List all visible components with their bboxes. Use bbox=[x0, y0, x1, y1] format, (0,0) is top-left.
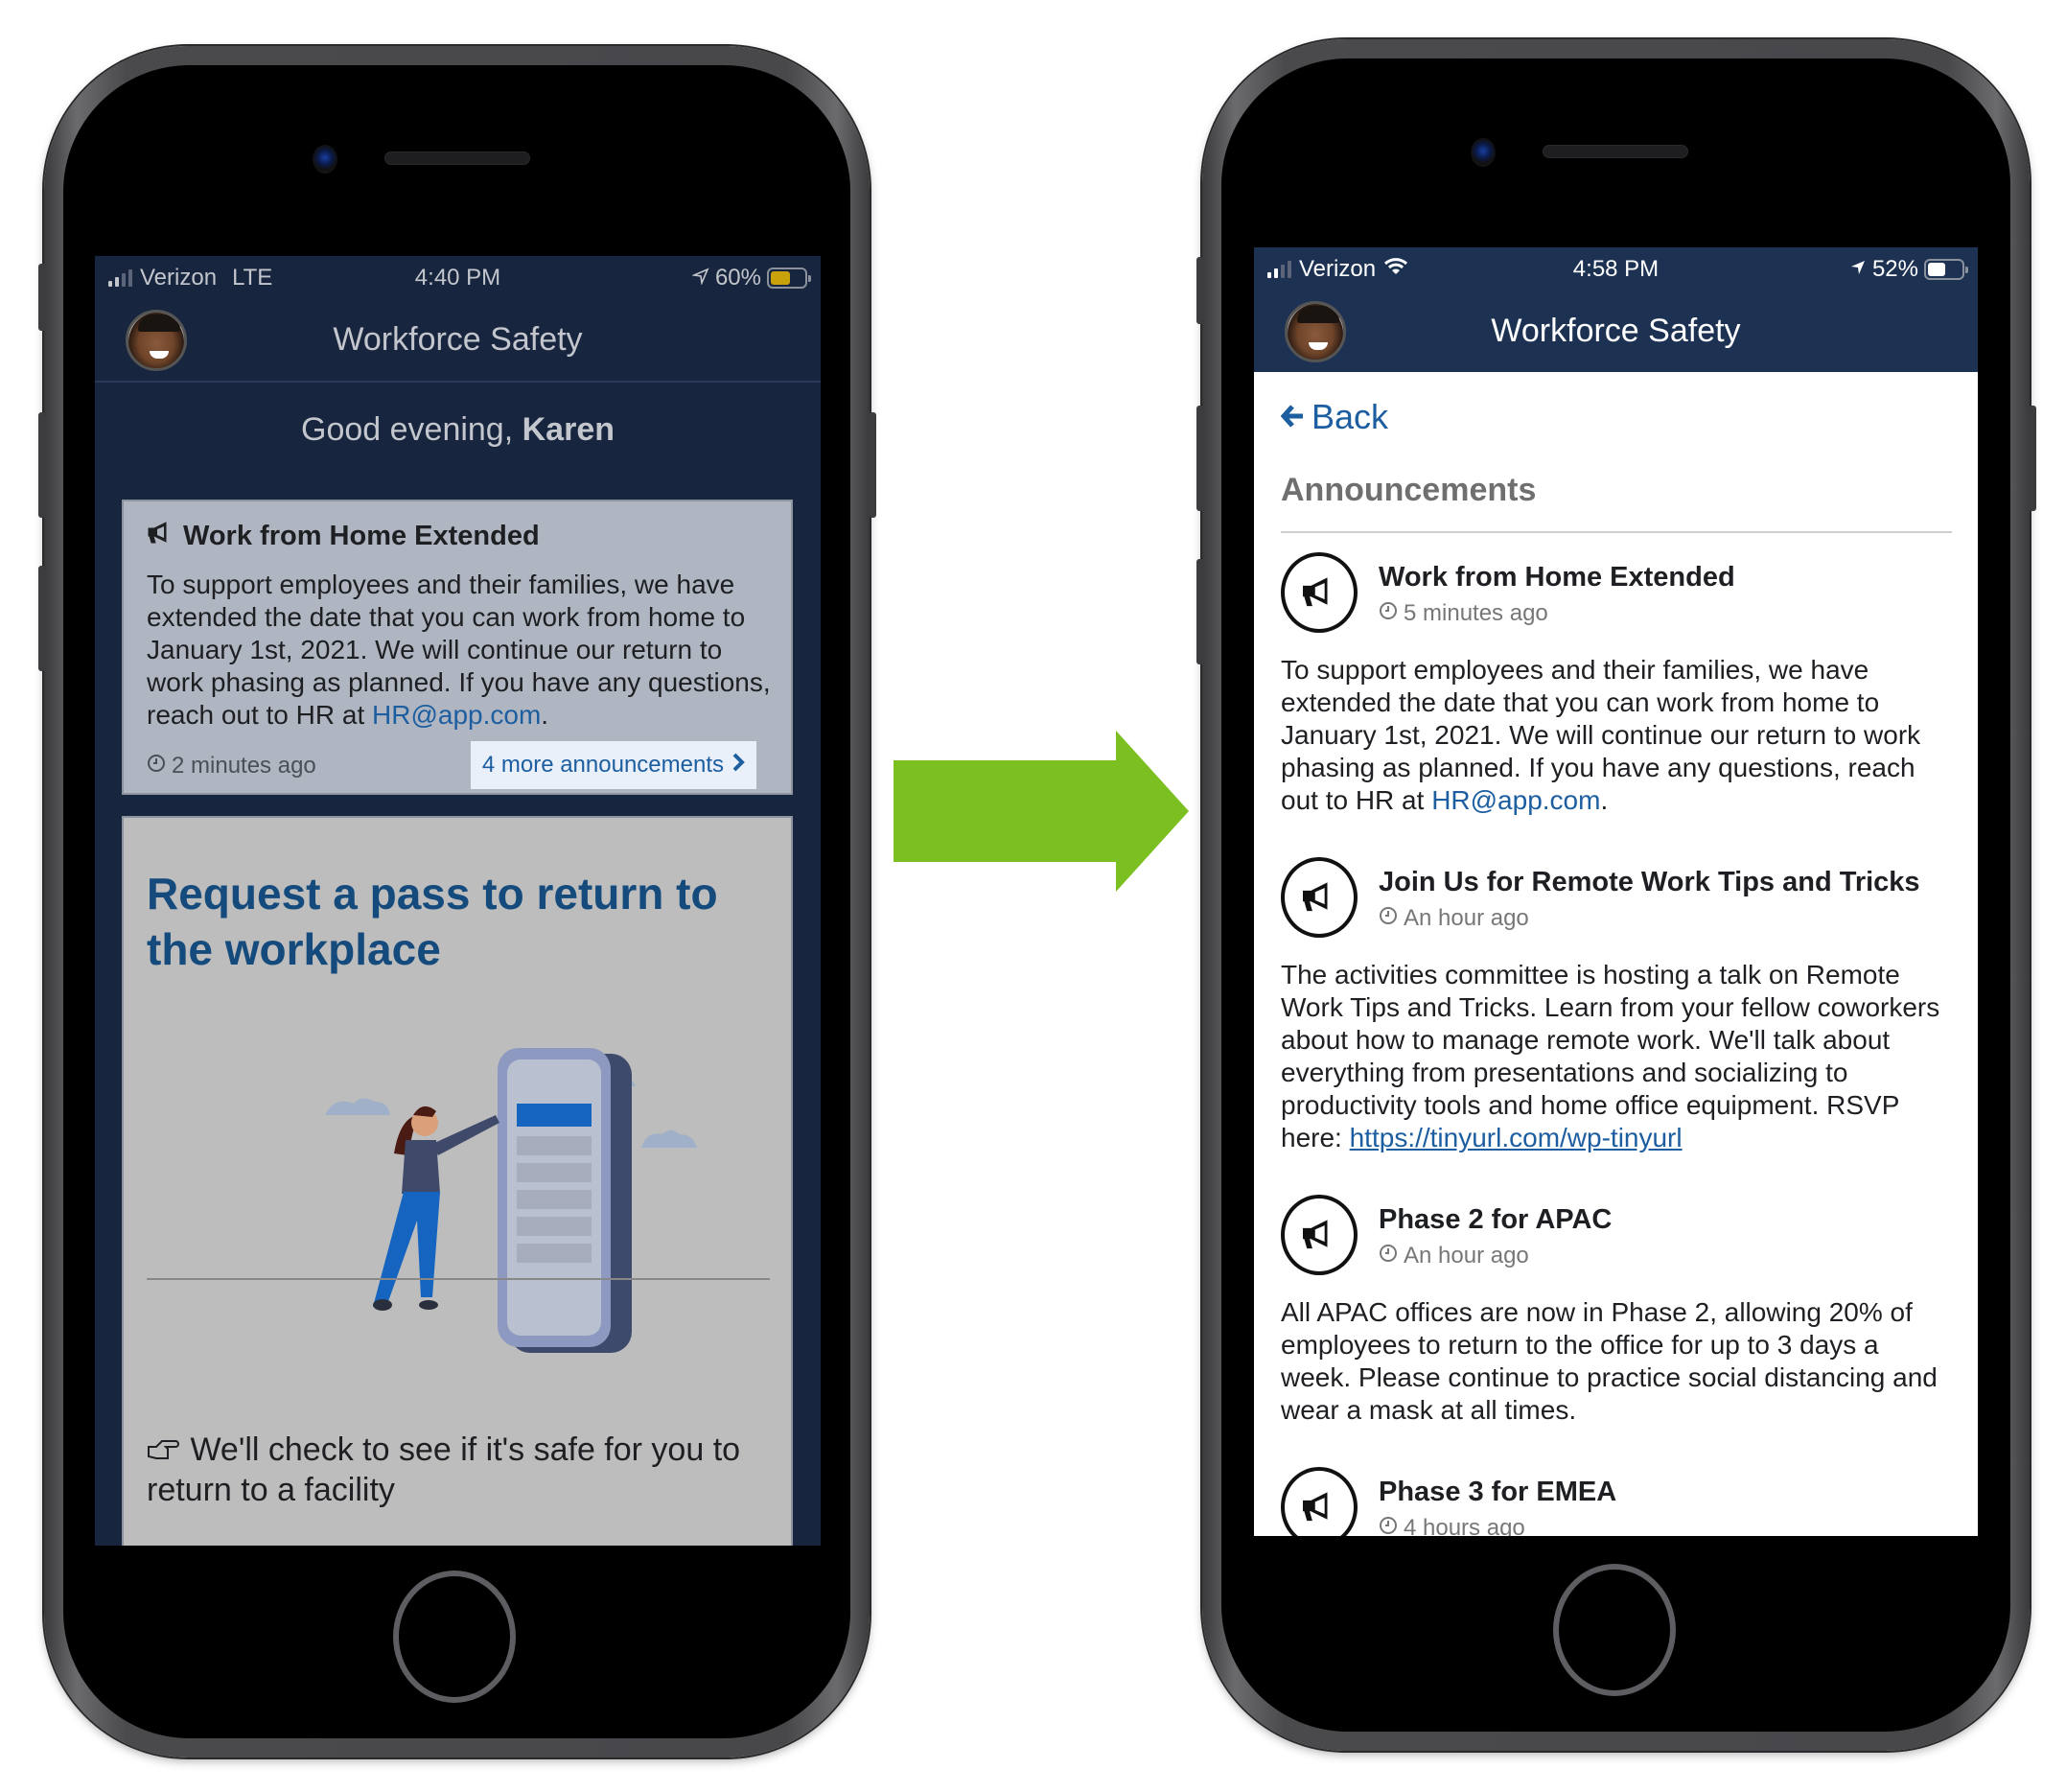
announcement-link[interactable]: https://tinyurl.com/wp-tinyurl bbox=[1350, 1123, 1683, 1152]
earpiece-speaker bbox=[384, 151, 530, 165]
announcement-card[interactable]: Work from Home Extended To support emplo… bbox=[122, 500, 793, 795]
announcement-timestamp: 5 minutes ago bbox=[1379, 600, 1548, 627]
home-button[interactable] bbox=[393, 1571, 516, 1703]
announcement-text-end: . bbox=[541, 700, 549, 730]
request-pass-card[interactable]: Request a pass to return to the workplac… bbox=[122, 816, 793, 1546]
clock-icon bbox=[147, 753, 166, 780]
power-button bbox=[2029, 406, 2036, 511]
greeting-text: Good evening, bbox=[301, 411, 514, 448]
home-screen: Verizon LTE 4:40 PM 60% Workforce Safety… bbox=[95, 256, 821, 1546]
status-bar: Verizon LTE 4:40 PM 60% bbox=[95, 256, 821, 298]
arrow-shape bbox=[894, 731, 1189, 892]
battery-icon bbox=[767, 268, 811, 289]
location-arrow-icon bbox=[691, 265, 709, 291]
safety-check-text: We'll check to see if it's safe for you … bbox=[147, 1431, 741, 1508]
announcement-text-end: . bbox=[1600, 785, 1609, 815]
announcement-body: The activities committee is hosting a ta… bbox=[1281, 959, 1952, 1154]
announcement-body: To support employees and their families,… bbox=[147, 569, 779, 732]
announcements-heading: Announcements bbox=[1281, 472, 1537, 508]
announcement-text: All APAC offices are now in Phase 2, all… bbox=[1281, 1297, 1938, 1425]
mute-switch bbox=[1196, 257, 1204, 324]
hand-pointer-icon bbox=[147, 1431, 181, 1468]
status-bar: Verizon 4:58 PM 52% bbox=[1254, 247, 1978, 290]
battery-percent: 60% bbox=[714, 265, 761, 291]
announcement-link[interactable]: HR@app.com bbox=[1431, 785, 1600, 815]
volume-up-button bbox=[1196, 406, 1204, 511]
announcement-title: Phase 2 for APAC bbox=[1379, 1204, 1613, 1235]
app-title: Workforce Safety bbox=[333, 321, 583, 358]
announcement-title: Work from Home Extended bbox=[1379, 562, 1735, 593]
hr-email-link[interactable]: HR@app.com bbox=[372, 700, 541, 730]
app-bar: Workforce Safety bbox=[1254, 290, 1978, 372]
timestamp-text: 4 hours ago bbox=[1404, 1515, 1525, 1536]
timestamp-text: An hour ago bbox=[1404, 905, 1529, 931]
clock-icon bbox=[1379, 600, 1398, 627]
announcement-title: Work from Home Extended bbox=[183, 521, 540, 551]
clock-icon bbox=[1379, 905, 1398, 932]
home-button[interactable] bbox=[1553, 1564, 1676, 1696]
megaphone-icon bbox=[1281, 552, 1358, 633]
announcement-timestamp: 2 minutes ago bbox=[147, 753, 316, 780]
announcement-body: All APAC offices are now in Phase 2, all… bbox=[1281, 1296, 1952, 1427]
clock-icon bbox=[1379, 1243, 1398, 1269]
battery-percent: 52% bbox=[1871, 256, 1918, 282]
safety-check-note: We'll check to see if it's safe for you … bbox=[147, 1430, 770, 1510]
back-label: Back bbox=[1312, 397, 1389, 436]
announcement-body: To support employees and their families,… bbox=[1281, 654, 1952, 817]
megaphone-icon bbox=[1281, 857, 1358, 938]
clock-icon bbox=[1379, 1515, 1398, 1536]
megaphone-icon bbox=[147, 521, 174, 552]
announcement-timestamp: 4 hours ago bbox=[1379, 1515, 1525, 1536]
front-camera bbox=[1471, 138, 1496, 167]
announcement-title: Phase 3 for EMEA bbox=[1379, 1477, 1617, 1507]
front-camera bbox=[313, 145, 337, 174]
more-announcements-button[interactable]: 4 more announcements bbox=[470, 741, 756, 789]
greeting: Good evening, Karen bbox=[95, 411, 821, 449]
app-title: Workforce Safety bbox=[1491, 313, 1741, 349]
timestamp-text: 2 minutes ago bbox=[172, 753, 316, 779]
battery-icon bbox=[1924, 259, 1968, 280]
app-header: Verizon 4:58 PM 52% Workforce Safety bbox=[1254, 247, 1978, 372]
return-to-work-illustration bbox=[325, 1048, 697, 1353]
chevron-right-icon bbox=[731, 752, 745, 779]
request-pass-title[interactable]: Request a pass to return to the workplac… bbox=[147, 866, 770, 977]
announcement-timestamp: An hour ago bbox=[1379, 905, 1529, 932]
header-divider bbox=[95, 381, 821, 383]
megaphone-icon bbox=[1281, 1467, 1358, 1536]
announcement-title: Join Us for Remote Work Tips and Tricks bbox=[1379, 867, 1920, 897]
transition-arrow bbox=[894, 731, 1189, 892]
volume-up-button bbox=[38, 412, 46, 518]
timestamp-text: An hour ago bbox=[1404, 1243, 1529, 1268]
volume-down-button bbox=[38, 566, 46, 671]
megaphone-icon bbox=[1281, 1195, 1358, 1275]
mute-switch bbox=[38, 264, 46, 331]
location-arrow-icon bbox=[1849, 256, 1867, 283]
more-announcements-label: 4 more announcements bbox=[481, 752, 724, 778]
announcements-screen: Verizon 4:58 PM 52% Workforce Safety Bac… bbox=[1254, 247, 1978, 1536]
illustration-ground-line bbox=[147, 1278, 770, 1280]
back-button[interactable]: Back bbox=[1280, 397, 1389, 437]
timestamp-text: 5 minutes ago bbox=[1404, 600, 1548, 626]
heading-divider bbox=[1281, 531, 1952, 533]
earpiece-speaker bbox=[1543, 145, 1688, 158]
app-header: Workforce Safety bbox=[95, 298, 821, 381]
user-name: Karen bbox=[522, 411, 615, 448]
arrow-left-icon bbox=[1280, 397, 1306, 437]
announcement-timestamp: An hour ago bbox=[1379, 1243, 1529, 1269]
volume-down-button bbox=[1196, 559, 1204, 664]
power-button bbox=[869, 412, 876, 518]
